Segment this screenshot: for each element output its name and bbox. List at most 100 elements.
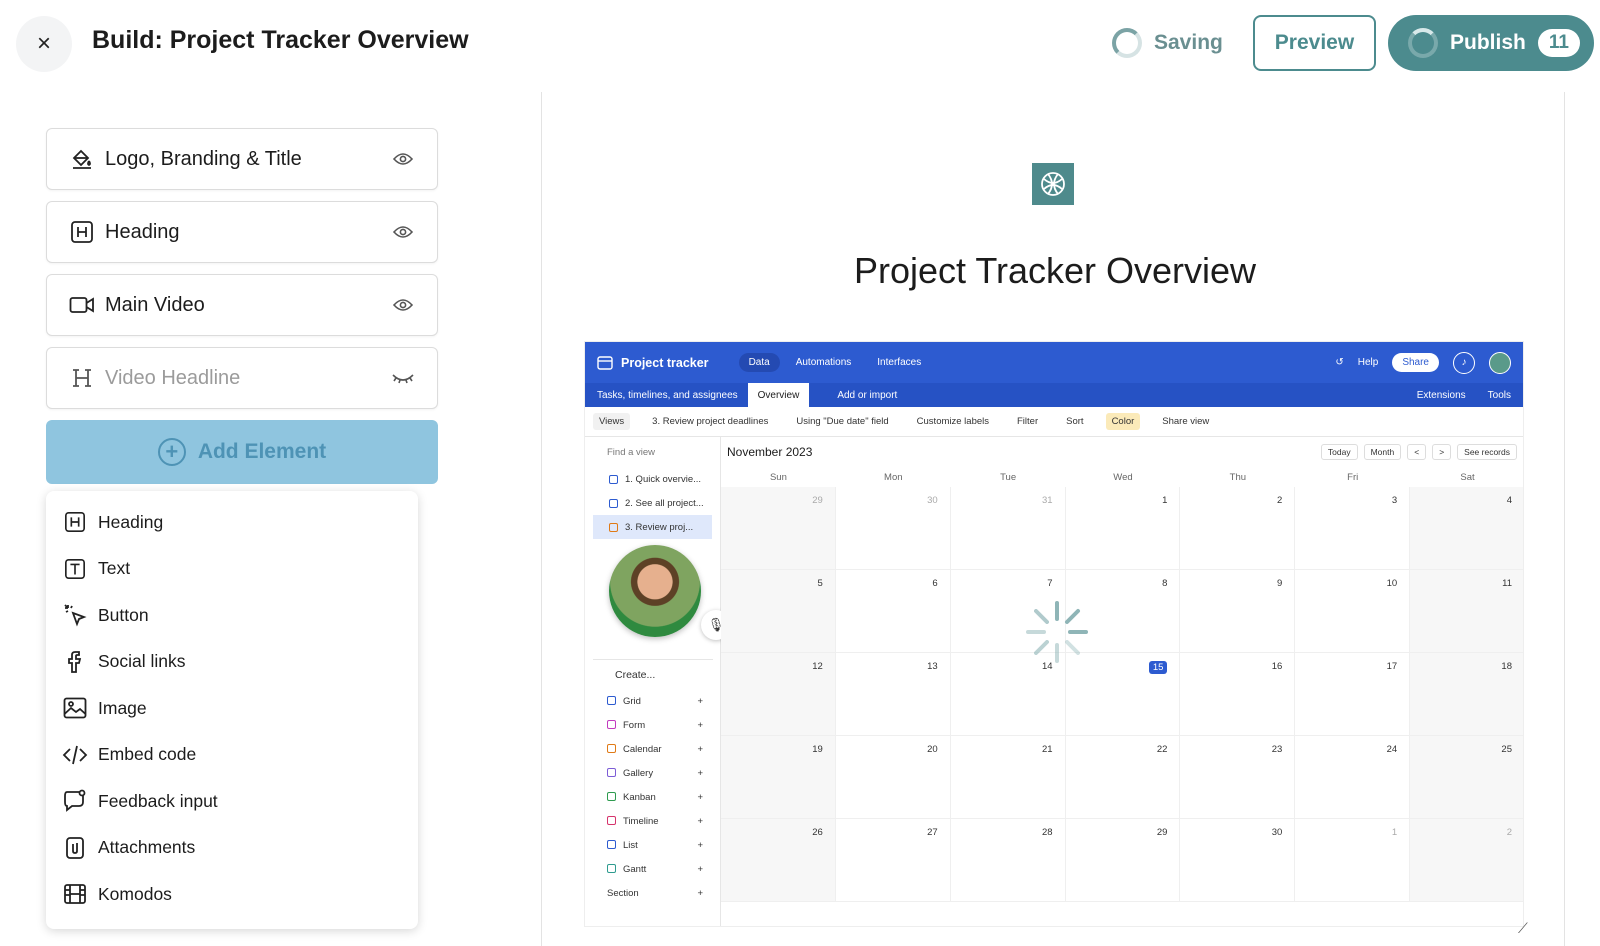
close-icon: × (36, 30, 51, 57)
calendar-day: 11 (1410, 570, 1523, 653)
menu-item-feedback-input[interactable]: Feedback input (46, 778, 418, 825)
video-table-name: Tasks, timelines, and assignees (597, 389, 738, 401)
eye-icon[interactable] (391, 150, 415, 168)
weekday-label: Thu (1229, 471, 1247, 483)
calendar-day: 27 (835, 819, 951, 902)
menu-item-attachments[interactable]: Attachments (46, 825, 418, 872)
eye-closed-icon[interactable] (391, 369, 415, 387)
menu-item-button[interactable]: Button (46, 592, 418, 639)
menu-item-label: Feedback input (98, 790, 218, 811)
calendar-day-number: 30 (927, 495, 938, 506)
calendar-day: 26 (721, 819, 836, 902)
menu-item-komodos[interactable]: Komodos (46, 871, 418, 918)
calendar-day-number: 1 (1391, 827, 1398, 838)
element-label: Logo, Branding & Title (105, 147, 302, 170)
calendar-button: > (1432, 444, 1452, 460)
saving-spinner-icon (1112, 28, 1142, 58)
calendar-day: 28 (950, 819, 1066, 902)
menu-item-image[interactable]: Image (46, 685, 418, 732)
calendar-day: 2 (1410, 819, 1523, 902)
publish-spinner-icon (1408, 28, 1438, 58)
calendar-day: 30 (835, 487, 951, 570)
calendar-day: 19 (721, 736, 836, 819)
history-icon: ↺ (1335, 357, 1344, 368)
video-tab-overview: Overview (747, 383, 810, 407)
calendar-day-number: 1 (1162, 495, 1168, 506)
video-view-item: 1. Quick overvie... (593, 467, 712, 491)
weekday-label: Wed (1113, 471, 1133, 483)
eye-icon[interactable] (391, 223, 415, 241)
facebook-icon (62, 649, 88, 675)
calendar-day: 14 (950, 653, 1066, 736)
paperclip-icon (62, 835, 88, 861)
video-create-header: Create... (593, 659, 713, 689)
calendar-day-number: 6 (932, 578, 938, 589)
preview-button[interactable]: Preview (1253, 15, 1376, 71)
video-toolbar: Views 3. Review project deadlines Using … (585, 407, 1523, 437)
calendar-day-number: 8 (1162, 578, 1168, 589)
video-tool-item: Color (1105, 413, 1141, 430)
publish-label: Publish (1450, 31, 1526, 54)
calendar-day: 30 (1180, 819, 1296, 902)
calendar-day-number: 16 (1271, 661, 1283, 672)
weekday-label: Tue (1000, 471, 1017, 483)
calendar-day-number: 28 (1041, 827, 1053, 838)
calendar-day-number: 11 (1502, 578, 1512, 589)
resize-handle-icon[interactable]: ⟋ (1518, 920, 1528, 937)
calendar-day-number: 3 (1391, 495, 1398, 506)
calendar-day: 29 (721, 487, 836, 570)
calendar-day: 3 (1295, 487, 1411, 570)
eye-icon[interactable] (391, 296, 415, 314)
calendar-day: 10 (1295, 570, 1411, 653)
calendar-day-number: 31 (1041, 495, 1053, 506)
close-button[interactable]: × (16, 16, 72, 72)
calendar-day-number: 30 (1271, 827, 1283, 838)
menu-item-social-links[interactable]: Social links (46, 639, 418, 686)
loading-spinner-icon (1026, 601, 1088, 663)
calendar-day: 15 (1065, 653, 1181, 736)
menu-item-label: Embed code (98, 744, 197, 765)
calendar-weekdays: Sun Mon Tue Wed Thu Fri Sat (721, 467, 1523, 487)
element-logo-branding-title[interactable]: Logo, Branding & Title (46, 128, 438, 190)
calendar-day: 20 (835, 736, 951, 819)
video-add-import: Add or import (837, 389, 898, 401)
element-heading[interactable]: Heading (46, 201, 438, 263)
add-element-button[interactable]: + Add Element (46, 420, 438, 484)
video-tool-item: Using "Due date" field (796, 416, 889, 427)
element-video-headline[interactable]: Video Headline (46, 347, 438, 409)
top-bar: × Build: Project Tracker Overview Saving… (0, 0, 1600, 88)
menu-item-heading[interactable]: Heading (46, 499, 418, 546)
calendar-day-number: 19 (812, 744, 823, 755)
menu-item-label: Button (98, 604, 149, 625)
video-header-right: ↺ Help Share ♪ (1335, 351, 1511, 374)
code-icon (62, 742, 88, 768)
video-create-item: List + (585, 833, 721, 857)
video-subheader-right: Extensions Tools (1417, 390, 1511, 401)
video-create-item: Gallery + (585, 761, 721, 785)
calendar-day-number: 25 (1501, 744, 1512, 755)
video-nav-item: Automations (795, 357, 852, 368)
video-view-item: 2. See all project... (593, 491, 712, 515)
publish-button[interactable]: Publish 11 (1388, 15, 1594, 71)
video-create-item: Timeline + (585, 809, 721, 833)
heading-h-icon (69, 219, 95, 245)
preview-title: Project Tracker Overview (853, 250, 1257, 291)
canvas-right-border (1564, 92, 1565, 946)
weekday-label: Mon (884, 471, 903, 483)
video-tool-item: Filter (1017, 416, 1039, 427)
menu-item-text[interactable]: Text (46, 546, 418, 593)
calendar-day: 2 (1180, 487, 1296, 570)
calendar-day: 12 (721, 653, 836, 736)
calendar-day: 1 (1295, 819, 1411, 902)
element-label: Main Video (105, 293, 205, 316)
calendar-day-number: 15 (1148, 661, 1168, 674)
calendar-day: 16 (1180, 653, 1296, 736)
saving-label: Saving (1154, 31, 1223, 54)
menu-item-embed-code[interactable]: Embed code (46, 732, 418, 779)
weekday-label: Sat (1460, 471, 1475, 483)
add-element-label: Add Element (197, 440, 327, 463)
video-nav-item: Interfaces (877, 357, 922, 368)
calendar-header: November 2023 Today Month < > See record… (721, 437, 1523, 467)
calendar-day: 22 (1065, 736, 1181, 819)
element-main-video[interactable]: Main Video (46, 274, 438, 336)
